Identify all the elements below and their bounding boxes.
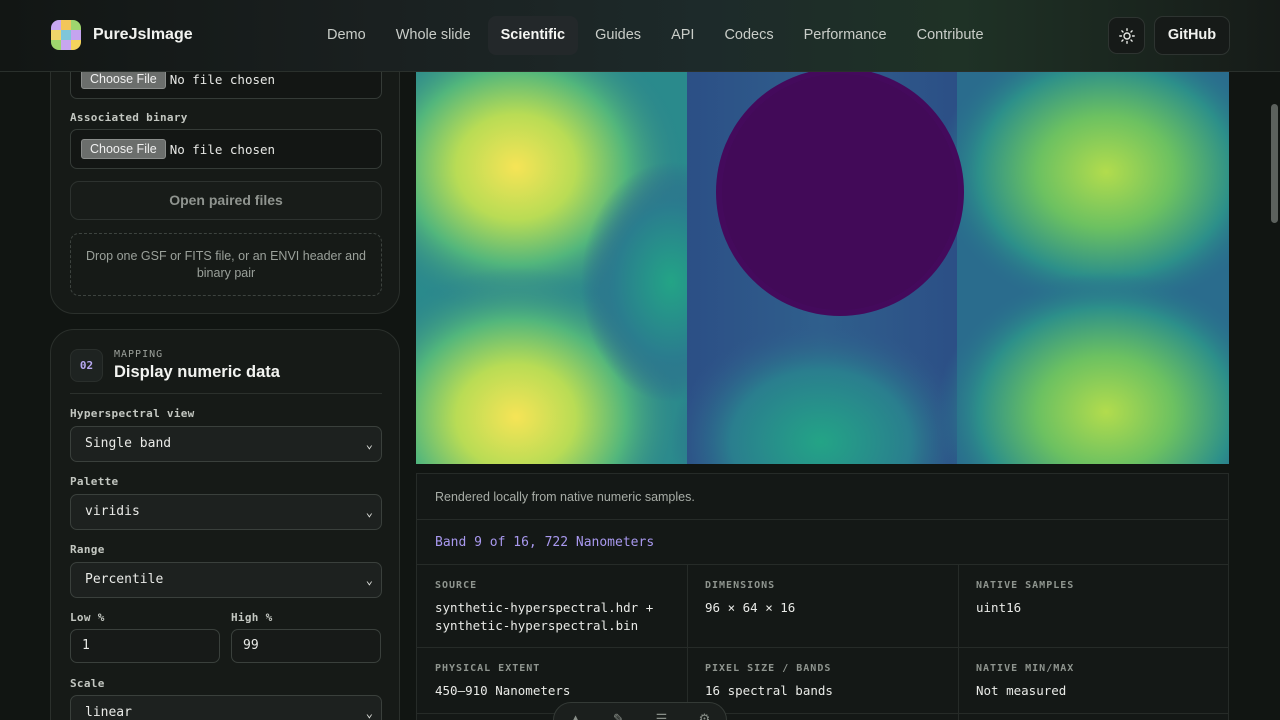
- meta-value: Not measured: [976, 683, 1067, 698]
- logo-icon: [51, 20, 81, 50]
- gear-icon[interactable]: ⚙: [696, 711, 714, 720]
- nav-item-whole-slide[interactable]: Whole slide: [383, 16, 484, 55]
- dataset-info-panel: Rendered locally from native numeric sam…: [416, 473, 1229, 720]
- select-value: viridis: [85, 504, 140, 519]
- step-number: 02: [70, 349, 103, 382]
- high-percent-input[interactable]: 99: [231, 629, 381, 663]
- associated-binary-label: Associated binary: [70, 111, 188, 124]
- brand-name: PureJsImage: [93, 26, 193, 43]
- divider: [70, 393, 382, 394]
- theme-toggle-button[interactable]: [1108, 17, 1145, 54]
- toolbar-icon[interactable]: ✎: [610, 711, 628, 720]
- divider: [417, 519, 1228, 520]
- main-nav: Demo Whole slide Scientific Guides API C…: [314, 16, 997, 55]
- scale-select[interactable]: linear ⌄: [70, 695, 382, 720]
- palette-select[interactable]: viridis ⌄: [70, 494, 382, 530]
- meta-physical-extent: PHYSICAL EXTENT 450–910 Nanometers: [435, 663, 706, 700]
- meta-pixel-size-bands: PIXEL SIZE / BANDS 16 spectral bands: [705, 663, 976, 700]
- select-value: Single band: [85, 436, 172, 451]
- hyperspectral-view-select[interactable]: Single band ⌄: [70, 426, 382, 462]
- scrollbar-thumb[interactable]: [1271, 104, 1278, 223]
- nav-item-scientific[interactable]: Scientific: [487, 16, 579, 55]
- sun-icon: [1118, 27, 1135, 44]
- step-kicker: MAPPING: [114, 349, 164, 360]
- select-value: Percentile: [85, 572, 164, 587]
- meta-value: synthetic-hyperspectral.hdr + synthetic-…: [435, 600, 654, 633]
- render-caption: Rendered locally from native numeric sam…: [435, 490, 695, 504]
- meta-key: NATIVE MIN/MAX: [976, 663, 1075, 674]
- toolbar-icon[interactable]: ☰: [653, 711, 671, 720]
- low-percent-input[interactable]: 1: [70, 629, 220, 663]
- divider: [417, 713, 1228, 714]
- palette-label: Palette: [70, 475, 119, 488]
- open-files-panel: Choose File No file chosen Associated bi…: [50, 40, 400, 314]
- file-dropzone[interactable]: Drop one GSF or FITS file, or an ENVI he…: [70, 233, 382, 296]
- chevron-down-icon: ⌄: [365, 706, 373, 720]
- choose-file-button[interactable]: Choose File: [81, 139, 166, 159]
- rendered-band-image[interactable]: [416, 72, 1229, 464]
- file-status: No file chosen: [169, 141, 276, 157]
- chevron-down-icon: ⌄: [365, 437, 373, 451]
- toolbar-icon[interactable]: ▲: [567, 711, 585, 720]
- select-value: linear: [85, 705, 132, 720]
- meta-key: PIXEL SIZE / BANDS: [705, 663, 832, 674]
- chevron-down-icon: ⌄: [365, 505, 373, 519]
- band-indicator: Band 9 of 16, 722 Nanometers: [435, 535, 655, 550]
- file-status: No file chosen: [169, 71, 276, 87]
- meta-value: uint16: [976, 600, 1022, 615]
- meta-native-min-max: NATIVE MIN/MAX Not measured: [976, 663, 1247, 700]
- meta-value: 96 × 64 × 16: [705, 600, 796, 615]
- meta-key: PHYSICAL EXTENT: [435, 663, 541, 674]
- scale-label: Scale: [70, 677, 105, 690]
- floating-toolbar: ▲ ✎ ☰ ⚙: [553, 702, 727, 720]
- meta-dimensions: DIMENSIONS 96 × 64 × 16: [705, 580, 976, 617]
- meta-key: SOURCE: [435, 580, 478, 591]
- divider: [417, 647, 1228, 648]
- meta-value: 16 spectral bands: [705, 683, 833, 698]
- panel-title: Display numeric data: [114, 363, 280, 381]
- nav-item-performance[interactable]: Performance: [791, 16, 900, 55]
- github-button[interactable]: GitHub: [1154, 16, 1230, 55]
- hyperspectral-view-label: Hyperspectral view: [70, 407, 195, 420]
- top-navigation-bar: PureJsImage Demo Whole slide Scientific …: [0, 0, 1280, 72]
- meta-source: SOURCE synthetic-hyperspectral.hdr + syn…: [435, 580, 706, 635]
- meta-key: NATIVE SAMPLES: [976, 580, 1075, 591]
- nav-item-demo[interactable]: Demo: [314, 16, 379, 55]
- brand-link[interactable]: PureJsImage: [51, 20, 193, 50]
- nav-item-api[interactable]: API: [658, 16, 707, 55]
- low-percent-label: Low %: [70, 611, 105, 624]
- mapping-panel: 02 MAPPING Display numeric data Hyperspe…: [50, 329, 400, 720]
- meta-native-samples: NATIVE SAMPLES uint16: [976, 580, 1247, 617]
- nav-item-guides[interactable]: Guides: [582, 16, 654, 55]
- nav-item-codecs[interactable]: Codecs: [711, 16, 786, 55]
- meta-key: DIMENSIONS: [705, 580, 776, 591]
- chevron-down-icon: ⌄: [365, 573, 373, 587]
- range-select[interactable]: Percentile ⌄: [70, 562, 382, 598]
- divider: [417, 564, 1228, 565]
- associated-binary-input[interactable]: Choose File No file chosen: [70, 129, 382, 169]
- nav-item-contribute[interactable]: Contribute: [904, 16, 997, 55]
- meta-value: 450–910 Nanometers: [435, 683, 571, 698]
- choose-file-button[interactable]: Choose File: [81, 69, 166, 89]
- high-percent-label: High %: [231, 611, 273, 624]
- range-label: Range: [70, 543, 105, 556]
- open-paired-files-button[interactable]: Open paired files: [70, 181, 382, 220]
